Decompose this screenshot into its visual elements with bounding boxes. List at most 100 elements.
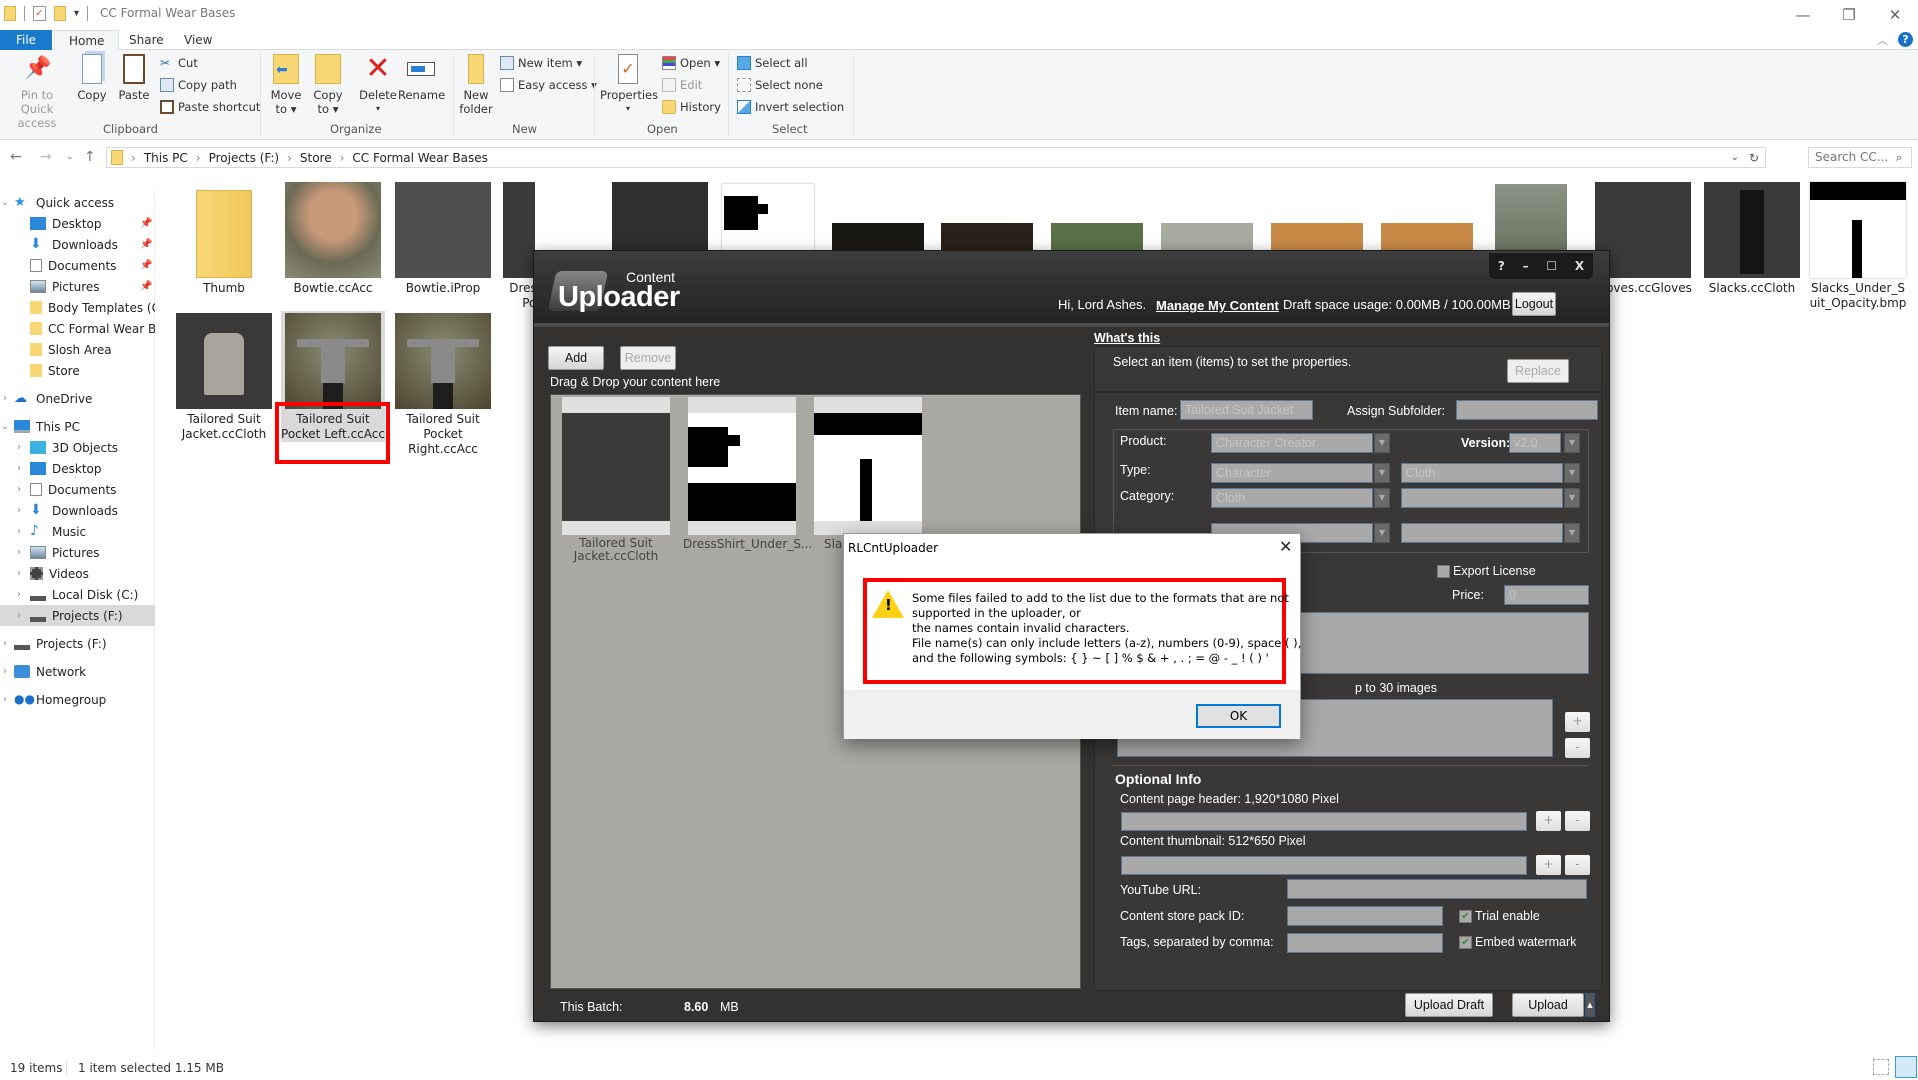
chevron-right-icon[interactable]: › [14,484,24,495]
select-none-button[interactable]: Select none [737,76,823,94]
add-header-button[interactable]: + [1536,811,1561,831]
chevron-down-icon[interactable]: ▼ [1374,433,1390,453]
logout-button[interactable]: Logout [1512,292,1556,316]
restore-button[interactable]: ❐ [1826,0,1872,30]
sidebar-item-downloads-pc[interactable]: › ⬇ Downloads [0,500,155,521]
item-name-field[interactable]: Tailored Suit Jacket [1180,400,1313,420]
help-icon[interactable]: ? [1898,32,1913,47]
upload-draft-button[interactable]: Upload Draft [1405,993,1493,1017]
search-icon[interactable]: ⌕ [1896,151,1902,165]
move-to-button[interactable]: ⬅ Move to ▾ [268,54,304,116]
add-image-button[interactable]: + [1565,712,1590,732]
chevron-right-icon[interactable]: › [14,442,24,453]
remove-thumbnail-button[interactable]: - [1565,855,1590,875]
sidebar-item-homegroup[interactable]: › ●● Homegroup [0,689,155,710]
sidebar-item-network[interactable]: › Network [0,661,155,682]
chevron-right-icon[interactable]: › [0,694,10,705]
chevron-down-icon[interactable]: ▼ [1374,463,1390,483]
easy-access-button[interactable]: Easy access ▾ [500,76,597,94]
recent-locations-icon[interactable]: ⌄ [66,152,74,162]
new-folder-button[interactable]: New folder [458,54,494,116]
price-field[interactable]: 0 [1504,585,1589,605]
maximize-button[interactable]: ☐ [1546,259,1557,273]
shoes-thumbnail[interactable] [612,182,708,252]
delete-button[interactable]: ✕ Delete ▾ [358,54,398,116]
tags-field[interactable] [1287,933,1443,953]
file-item[interactable]: Tailored Suit Jacket.ccCloth [174,313,274,442]
pack-id-field[interactable] [1287,906,1443,926]
page-header-field[interactable] [1121,812,1527,831]
tab-file[interactable]: File [0,30,52,50]
large-icons-view-icon[interactable] [1895,1056,1917,1078]
back-icon[interactable]: ← [10,149,22,165]
invert-selection-button[interactable]: Invert selection [737,98,844,116]
add-thumbnail-button[interactable]: + [1536,855,1561,875]
chevron-right-icon[interactable]: › [14,463,24,474]
history-button[interactable]: History [662,98,721,116]
chevron-right-icon[interactable]: › [14,505,24,516]
pin-icon[interactable]: 📌 [140,260,152,271]
chevron-right-icon[interactable]: › [14,547,24,558]
breadcrumb-projects[interactable]: Projects (F:) [209,151,280,165]
file-item[interactable]: Dress Poc [503,182,535,311]
chevron-down-icon[interactable]: ⌄ [0,421,10,432]
file-item[interactable]: Slacks.ccCloth [1702,182,1802,296]
pin-icon[interactable]: 📌 [140,218,152,229]
remove-header-button[interactable]: - [1565,811,1590,831]
file-item[interactable]: Bowtie.iProp [393,182,493,296]
properties-qat-icon[interactable]: ✓ [33,6,46,21]
type-select[interactable]: Character [1211,463,1373,483]
chevron-right-icon[interactable]: › [14,589,24,600]
collapse-ribbon-icon[interactable]: ︿ [1877,32,1888,48]
content-item[interactable] [562,397,670,535]
sidebar-item-quick-access[interactable]: ⌄ ★ Quick access [0,192,155,213]
thumbnail-field[interactable] [1121,856,1527,875]
image-thumbnail[interactable] [1161,223,1253,252]
up-icon[interactable]: ↑ [84,149,96,165]
chevron-right-icon[interactable]: › [0,666,10,677]
forward-icon[interactable]: → [40,149,52,165]
close-button[interactable]: X [1575,259,1584,273]
sidebar-item-music[interactable]: › ♪ Music [0,521,155,542]
pin-icon[interactable]: 📌 [140,281,152,292]
embed-watermark-checkbox[interactable]: ✔ [1459,936,1472,949]
youtube-url-field[interactable] [1287,879,1587,899]
tab-share[interactable]: Share [115,30,178,50]
minimize-button[interactable]: — [1780,0,1826,30]
sidebar-item-body-templates[interactable]: Body Templates (Ge [0,297,155,318]
export-license-checkbox[interactable] [1437,565,1450,578]
minimize-button[interactable]: – [1523,259,1529,273]
chevron-down-icon[interactable]: ▼ [1564,433,1580,453]
sidebar-item-videos[interactable]: › Videos [0,563,155,584]
image-thumbnail[interactable] [1495,184,1567,252]
chevron-down-icon[interactable]: ⌄ [0,197,10,208]
properties-button[interactable]: ✓ Properties ▾ [600,54,658,116]
ok-button[interactable]: OK [1196,704,1281,728]
image-thumbnail[interactable] [1271,223,1363,252]
cut-button[interactable]: ✂ Cut [160,54,198,72]
file-item[interactable]: Bowtie.ccAcc [283,182,383,296]
manage-my-content-link[interactable]: Manage My Content [1156,298,1279,313]
image-thumbnail[interactable] [832,223,924,252]
chevron-down-icon[interactable]: ▼ [1374,523,1390,543]
assign-subfolder-field[interactable] [1456,400,1598,420]
breadcrumb-this-pc[interactable]: This PC [144,151,188,165]
address-dropdown-icon[interactable]: ⌄ [1731,152,1739,163]
version-select[interactable]: v2.0 [1509,433,1561,453]
file-item[interactable]: Thumb [174,182,274,296]
sidebar-item-documents-pc[interactable]: › Documents [0,479,155,500]
sidebar-item-this-pc[interactable]: ⌄ This PC [0,416,155,437]
help-button[interactable]: ? [1498,259,1505,273]
chevron-right-icon[interactable]: › [0,393,10,404]
chevron-right-icon[interactable]: › [0,638,10,649]
image-thumbnail[interactable] [941,223,1033,252]
copy-button[interactable]: Copy [74,54,110,102]
copy-path-button[interactable]: Copy path [160,76,237,94]
category-select[interactable]: Cloth [1211,488,1373,508]
sidebar-item-local-disk[interactable]: › Local Disk (C:) [0,584,155,605]
breadcrumb-current[interactable]: CC Formal Wear Bases [352,151,487,165]
delete-dropdown-icon[interactable]: ▾ [358,102,398,116]
add-button[interactable]: Add [548,346,604,370]
replace-button[interactable]: Replace [1507,359,1569,383]
extra-select-2[interactable] [1401,523,1563,543]
